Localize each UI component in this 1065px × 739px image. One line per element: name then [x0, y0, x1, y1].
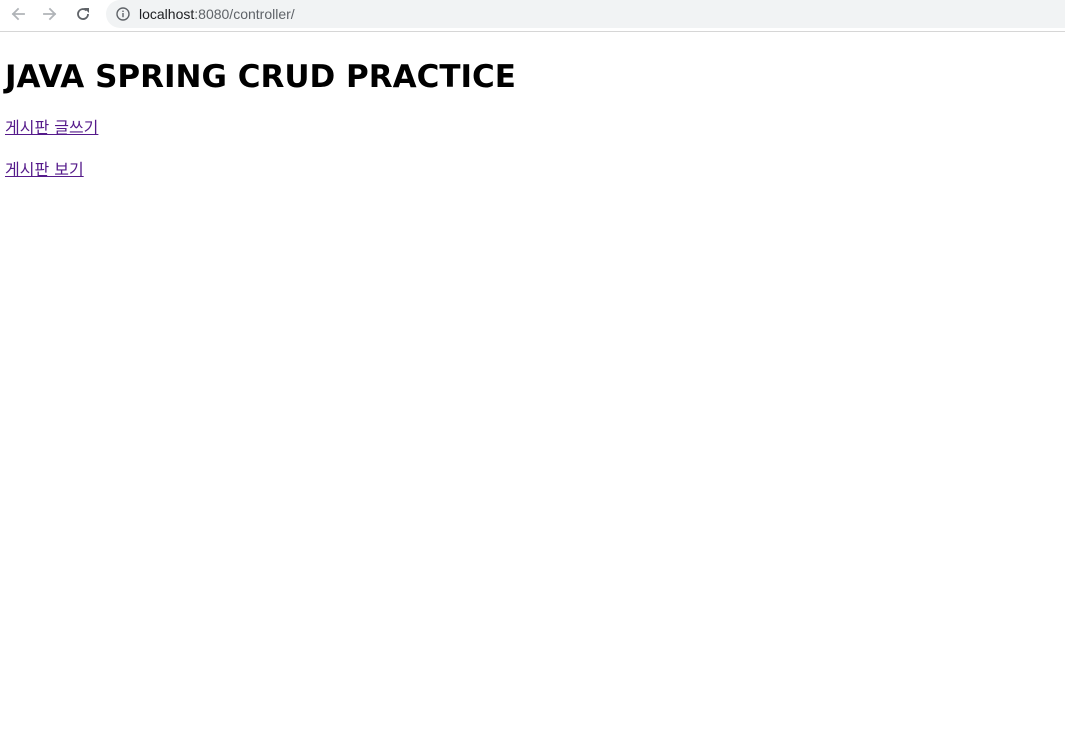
link-paragraph: 게시판 글쓰기: [5, 118, 1055, 138]
board-view-link[interactable]: 게시판 보기: [5, 160, 84, 179]
info-circle-icon[interactable]: [116, 7, 130, 21]
arrow-left-icon: [11, 7, 25, 21]
link-paragraph: 게시판 보기: [5, 160, 1055, 180]
reload-button[interactable]: [71, 4, 95, 24]
forward-button[interactable]: [38, 4, 62, 24]
back-button[interactable]: [6, 4, 30, 24]
arrow-right-icon: [43, 7, 57, 21]
url-path: :8080/controller/: [194, 6, 295, 22]
page-content: JAVA SPRING CRUD PRACTICE 게시판 글쓰기 게시판 보기: [5, 58, 1055, 180]
address-bar[interactable]: localhost:8080/controller/: [106, 0, 1065, 28]
browser-toolbar: localhost:8080/controller/: [0, 0, 1065, 32]
reload-icon: [77, 8, 89, 20]
url-host: localhost: [139, 6, 195, 22]
page-title: JAVA SPRING CRUD PRACTICE: [5, 59, 516, 95]
url-text[interactable]: localhost:8080/controller/: [139, 6, 295, 22]
board-write-link[interactable]: 게시판 글쓰기: [5, 118, 98, 137]
